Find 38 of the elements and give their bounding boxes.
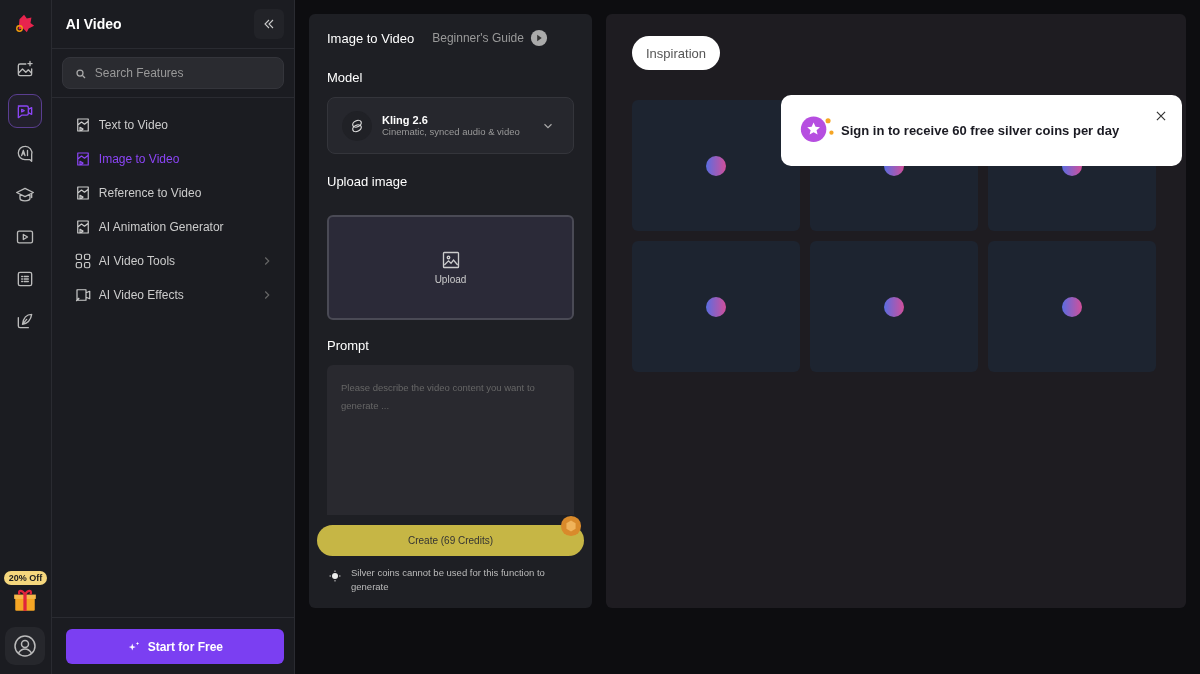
start-button[interactable]: Start for Free xyxy=(65,629,284,664)
logo-icon[interactable] xyxy=(14,12,37,34)
collapse-button[interactable] xyxy=(254,9,284,39)
sidebar-item[interactable]: AI Animation Generator xyxy=(51,210,294,244)
section-label: Prompt xyxy=(327,338,370,353)
note-text: Silver coins cannot be used for this function to generate xyxy=(351,566,546,594)
account-button[interactable] xyxy=(5,627,46,665)
section-label: Upload image xyxy=(327,174,409,189)
user-icon xyxy=(13,634,38,658)
search-field[interactable]: Search Features xyxy=(61,57,284,89)
loading-dot-icon xyxy=(1062,296,1082,317)
coin-icon xyxy=(560,515,582,537)
play-icon xyxy=(529,29,548,47)
sidebar-item[interactable]: Image to Video xyxy=(51,142,294,176)
loading-dot-icon xyxy=(706,155,726,176)
image-spark-icon xyxy=(15,59,36,79)
close-icon xyxy=(1154,109,1168,123)
sidebar-item[interactable]: AI Video Effects xyxy=(51,278,294,312)
discount-badge[interactable]: 20% Off xyxy=(3,571,48,585)
upload-area[interactable]: Upload xyxy=(327,215,574,320)
sidebar-item[interactable]: AI Video Tools xyxy=(51,244,294,278)
model-dropdown[interactable]: Kling 2.6 Cinematic, synced audio & video xyxy=(327,97,574,154)
panel-title: Image to Video xyxy=(327,30,415,46)
grid-icon xyxy=(73,252,92,270)
bulb-icon xyxy=(329,570,341,582)
toast-message: Sign in to receive 60 free silver coins per day xyxy=(841,123,1121,138)
section-label: Model xyxy=(327,70,364,85)
sidebar-item[interactable]: Reference to Video xyxy=(51,176,294,210)
sidebar-title: AI Video xyxy=(65,16,122,32)
loading-dot-icon xyxy=(884,296,904,317)
inspiration-tab[interactable]: Inspiration xyxy=(632,36,720,70)
guide-link[interactable]: Beginner's Guide xyxy=(432,29,548,47)
video-camera-icon xyxy=(73,286,92,304)
gift-icon[interactable] xyxy=(12,587,39,613)
create-button[interactable]: Create (69 Credits) xyxy=(317,525,584,556)
sidebar-item[interactable]: Text to Video xyxy=(51,108,294,142)
image-icon xyxy=(440,250,461,270)
loading-dot-icon xyxy=(706,296,726,317)
